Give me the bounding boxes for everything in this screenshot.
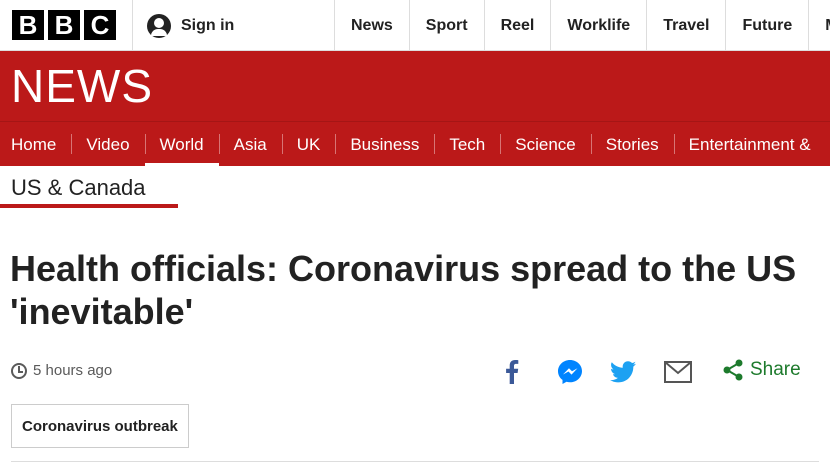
- top-nav-more[interactable]: M: [808, 0, 830, 51]
- twitter-share-button[interactable]: [608, 359, 638, 385]
- share-label: Share: [750, 359, 801, 380]
- share-tools: Share: [0, 355, 830, 389]
- topic-tag[interactable]: Coronavirus outbreak: [11, 404, 189, 448]
- section-nav-home[interactable]: Home: [0, 122, 71, 166]
- section-nav-stories[interactable]: Stories: [590, 122, 674, 166]
- user-icon: [147, 13, 171, 38]
- email-share-button[interactable]: [663, 359, 693, 385]
- facebook-icon: [506, 360, 519, 384]
- section-nav-science[interactable]: Science: [500, 122, 590, 166]
- news-banner: NEWS: [0, 51, 830, 121]
- subsection-nav: US & Canada: [0, 166, 180, 210]
- top-nav-reel[interactable]: Reel: [483, 0, 551, 51]
- twitter-icon: [610, 361, 636, 383]
- section-nav: Home Video World Asia UK Business Tech S…: [0, 121, 830, 166]
- news-logo[interactable]: NEWS: [11, 60, 153, 112]
- section-nav-world[interactable]: World: [144, 122, 219, 166]
- top-nav-sport[interactable]: Sport: [408, 0, 484, 51]
- section-nav-asia[interactable]: Asia: [218, 122, 282, 166]
- messenger-share-button[interactable]: [555, 359, 585, 385]
- top-bar: B B C Sign in News Sport Reel Worklife T…: [0, 0, 830, 51]
- section-nav-tech[interactable]: Tech: [434, 122, 500, 166]
- bbc-logo[interactable]: B B C: [12, 10, 116, 40]
- sign-in-label: Sign in: [181, 16, 235, 34]
- sign-in-link[interactable]: Sign in: [132, 0, 234, 51]
- section-nav-video[interactable]: Video: [71, 122, 144, 166]
- logo-letter-b1: B: [12, 10, 44, 40]
- logo-letter-c: C: [84, 10, 116, 40]
- email-icon: [664, 361, 692, 383]
- facebook-share-button[interactable]: [497, 359, 527, 385]
- section-nav-business[interactable]: Business: [335, 122, 434, 166]
- logo-letter-b2: B: [48, 10, 80, 40]
- article-headline: Health officials: Coronavirus spread to …: [10, 248, 797, 332]
- subsection-us-canada[interactable]: US & Canada: [11, 175, 146, 201]
- top-nav-worklife[interactable]: Worklife: [550, 0, 646, 51]
- share-icon: [723, 359, 743, 381]
- subsection-active-underline: [0, 204, 178, 208]
- messenger-icon: [558, 360, 582, 384]
- top-nav: News Sport Reel Worklife Travel Future M: [334, 0, 830, 51]
- top-nav-future[interactable]: Future: [725, 0, 808, 51]
- share-button[interactable]: Share: [722, 359, 801, 381]
- top-nav-travel[interactable]: Travel: [646, 0, 725, 51]
- section-nav-entertainment[interactable]: Entertainment &: [673, 122, 826, 166]
- section-nav-uk[interactable]: UK: [281, 122, 336, 166]
- top-nav-news[interactable]: News: [334, 0, 409, 51]
